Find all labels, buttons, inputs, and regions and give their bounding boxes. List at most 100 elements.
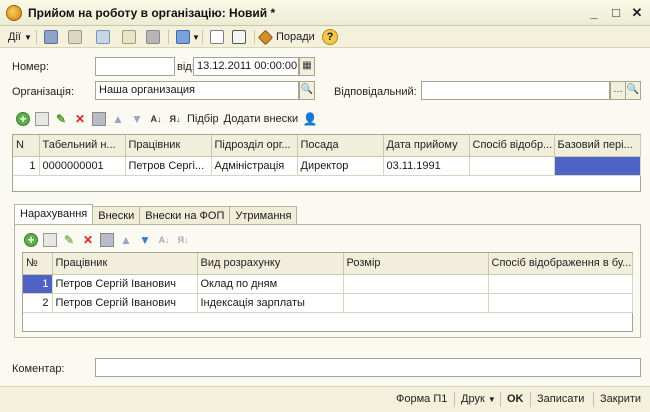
end-edit-icon[interactable]: [92, 112, 106, 126]
table-cell[interactable]: Петров Сергі...: [125, 156, 212, 176]
actions-menu-button[interactable]: Дії ▼: [8, 29, 32, 45]
table-cell[interactable]: Оклад по дням: [197, 274, 344, 294]
edit-icon[interactable]: ✎: [54, 112, 68, 126]
table-cell[interactable]: 1: [13, 156, 40, 176]
close-icon[interactable]: ✕: [629, 5, 645, 20]
table-cell-selected[interactable]: 1: [23, 274, 53, 294]
comment-field[interactable]: [95, 358, 641, 377]
chevron-down-icon: ▼: [192, 32, 200, 42]
table-cell[interactable]: 0000000001: [39, 156, 126, 176]
table-cell[interactable]: 2: [23, 293, 53, 313]
move-down-icon[interactable]: ▼: [130, 112, 144, 126]
accruals-table[interactable]: № Працівник Вид розрахунку Розмір Спосіб…: [22, 252, 633, 332]
footer-bar: Форма П1 Друк ▼ OK Записати Закрити: [0, 386, 650, 412]
move-down-icon[interactable]: ▼: [138, 233, 152, 247]
responsible-field[interactable]: [421, 81, 610, 100]
table-cell[interactable]: Директор: [297, 156, 384, 176]
employees-command-bar: + ✎ ✕ ▲ ▼ A↓ Я↓ Підбір Додати внески 👤: [16, 109, 318, 129]
close-button[interactable]: Закрити: [600, 393, 641, 405]
post-document-icon[interactable]: [44, 30, 58, 44]
person-icon[interactable]: 👤: [303, 112, 318, 126]
copy-row-icon[interactable]: [43, 233, 57, 247]
employees-table[interactable]: N Табельний н... Працівник Підрозділ орг…: [12, 134, 641, 192]
table-cell[interactable]: Індексація зарплаты: [197, 293, 344, 313]
column-header[interactable]: Спосіб відобр...: [469, 135, 555, 157]
add-icon[interactable]: +: [16, 112, 30, 126]
column-header[interactable]: N: [13, 135, 40, 157]
print-button[interactable]: Друк ▼: [461, 393, 496, 405]
main-toolbar: Дії ▼ ▼ Поради ?: [0, 26, 650, 48]
table-cell[interactable]: [343, 274, 489, 294]
structure-icon[interactable]: [210, 30, 224, 44]
search-icon[interactable]: 🔍: [625, 81, 641, 100]
column-header[interactable]: Вид розрахунку: [197, 253, 344, 275]
column-header[interactable]: Підрозділ орг...: [211, 135, 298, 157]
tab-accruals[interactable]: Нарахування: [14, 204, 94, 226]
table-header-row: № Працівник Вид розрахунку Розмір Спосіб…: [23, 253, 633, 275]
new-document-icon[interactable]: [122, 30, 136, 44]
go-to-icon[interactable]: [176, 30, 190, 44]
table-row[interactable]: 2 Петров Сергій Іванович Індексація зарп…: [23, 293, 633, 313]
table-cell[interactable]: Петров Сергій Іванович: [52, 274, 198, 294]
tips-icon: [257, 29, 274, 45]
delete-document-icon[interactable]: [146, 30, 160, 44]
column-header[interactable]: Базовий пері...: [554, 135, 641, 157]
add-contributions-button[interactable]: Додати внески: [224, 113, 298, 125]
footer-separator: [530, 392, 531, 407]
table-cell[interactable]: [343, 293, 489, 313]
ellipsis-icon[interactable]: …: [610, 81, 626, 100]
actions-label: Дії: [8, 31, 21, 43]
table-cell-selected[interactable]: [554, 156, 641, 176]
column-header[interactable]: Розмір: [343, 253, 489, 275]
save-button[interactable]: Записати: [537, 393, 584, 405]
copy-document-icon[interactable]: [96, 30, 110, 44]
question-icon[interactable]: ?: [322, 29, 338, 45]
minimize-icon[interactable]: _: [586, 5, 602, 20]
column-header[interactable]: Працівник: [125, 135, 212, 157]
copy-row-icon[interactable]: [35, 112, 49, 126]
pick-button[interactable]: Підбір: [187, 113, 219, 125]
table-cell[interactable]: [469, 156, 555, 176]
column-header[interactable]: Працівник: [52, 253, 198, 275]
date-field[interactable]: 13.12.2011 00:00:00: [193, 57, 299, 76]
organization-label: Організація:: [12, 86, 74, 98]
report-icon[interactable]: [232, 30, 246, 44]
number-field[interactable]: [95, 57, 175, 76]
move-up-icon[interactable]: ▲: [111, 112, 125, 126]
column-header[interactable]: Посада: [297, 135, 384, 157]
save-document-icon[interactable]: [68, 30, 82, 44]
search-icon[interactable]: 🔍: [299, 81, 315, 100]
move-up-icon[interactable]: ▲: [119, 233, 133, 247]
table-cell[interactable]: [488, 293, 633, 313]
comment-label: Коментар:: [12, 363, 65, 375]
edit-icon[interactable]: ✎: [62, 233, 76, 247]
end-edit-icon[interactable]: [100, 233, 114, 247]
table-cell[interactable]: 03.11.1991: [383, 156, 470, 176]
sort-asc-icon[interactable]: A↓: [149, 112, 163, 126]
maximize-icon[interactable]: □: [608, 5, 624, 20]
ok-button[interactable]: OK: [507, 393, 524, 405]
table-cell[interactable]: Адміністрація: [211, 156, 298, 176]
delete-icon[interactable]: ✕: [73, 112, 87, 126]
column-header[interactable]: Табельний н...: [39, 135, 126, 157]
responsible-label: Відповідальний:: [334, 86, 417, 98]
table-cell[interactable]: Петров Сергій Іванович: [52, 293, 198, 313]
table-cell[interactable]: [488, 274, 633, 294]
column-header[interactable]: Спосіб відображення в бу...: [488, 253, 633, 275]
form-p1-button[interactable]: Форма П1: [396, 393, 447, 405]
sort-desc-icon[interactable]: Я↓: [168, 112, 182, 126]
print-label: Друк: [461, 393, 485, 405]
sort-asc-icon[interactable]: A↓: [157, 233, 171, 247]
add-icon[interactable]: +: [24, 233, 38, 247]
title-bar: Прийом на роботу в організацію: Новий * …: [0, 0, 650, 26]
calendar-icon[interactable]: ▦: [299, 57, 315, 76]
column-header[interactable]: №: [23, 253, 53, 275]
help-label: Поради: [276, 31, 315, 43]
help-button[interactable]: Поради: [257, 29, 315, 45]
table-row[interactable]: 1 0000000001 Петров Сергі... Адміністрац…: [13, 156, 641, 176]
sort-desc-icon[interactable]: Я↓: [176, 233, 190, 247]
column-header[interactable]: Дата прийому: [383, 135, 470, 157]
table-row[interactable]: 1 Петров Сергій Іванович Оклад по дням: [23, 274, 633, 294]
delete-icon[interactable]: ✕: [81, 233, 95, 247]
organization-field[interactable]: Наша организация: [95, 81, 299, 100]
